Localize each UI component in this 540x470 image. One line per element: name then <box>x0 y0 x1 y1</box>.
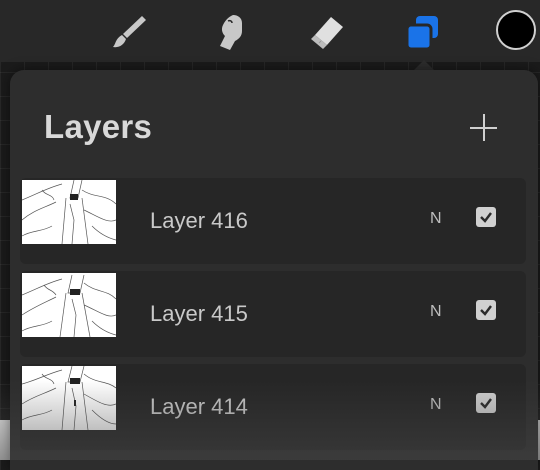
layer-row[interactable]: Layer 414 N <box>20 364 526 450</box>
layers-tool[interactable] <box>398 8 446 56</box>
check-icon <box>480 212 492 223</box>
panel-caret <box>414 60 434 70</box>
layer-thumbnail <box>22 180 116 244</box>
layer-list: Layer 416 N Layer 415 N Layer 414 N <box>20 178 526 457</box>
layers-icon <box>405 16 438 51</box>
visibility-checkbox[interactable] <box>476 300 496 320</box>
layer-row[interactable]: Layer 415 N <box>20 271 526 357</box>
blend-mode-button[interactable]: N <box>430 396 442 414</box>
eraser-tool[interactable] <box>303 8 351 56</box>
brush-icon <box>113 16 146 48</box>
top-toolbar <box>0 0 540 62</box>
layer-row[interactable]: Layer 416 N <box>20 178 526 264</box>
visibility-checkbox[interactable] <box>476 393 496 413</box>
blend-mode-button[interactable]: N <box>430 303 442 321</box>
panel-title: Layers <box>44 108 153 145</box>
layer-name: Layer 416 <box>150 208 248 233</box>
layer-thumbnail <box>22 273 116 337</box>
check-icon <box>480 398 492 409</box>
layer-name: Layer 415 <box>150 301 248 326</box>
add-layer-button[interactable] <box>466 110 502 146</box>
color-picker-swatch[interactable] <box>496 10 536 50</box>
eraser-icon <box>311 17 343 49</box>
check-icon <box>480 305 492 316</box>
visibility-checkbox[interactable] <box>476 207 496 227</box>
blend-mode-button[interactable]: N <box>430 210 442 228</box>
smudge-tool[interactable] <box>207 8 255 56</box>
layers-panel: Layers Layer 416 N Layer 415 N Layer 414… <box>10 70 538 470</box>
layer-name: Layer 414 <box>150 394 248 419</box>
smudge-finger-icon <box>220 15 242 50</box>
layer-thumbnail <box>22 366 116 430</box>
paint-brush-tool[interactable] <box>105 8 153 56</box>
